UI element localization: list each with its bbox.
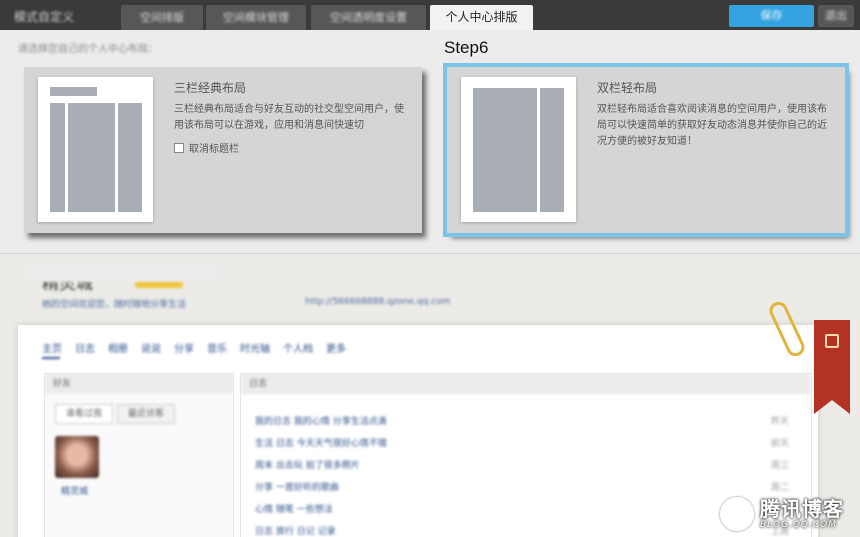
left-column-header: 好友 <box>45 374 233 394</box>
watermark-cn: 腾讯博客 <box>760 497 844 521</box>
tab-transparency[interactable]: 空间透明度设置 <box>311 5 426 30</box>
left-tab[interactable]: 谁看过我 <box>55 404 113 424</box>
two-column-thumbnail <box>461 77 576 222</box>
save-button[interactable]: 保存 <box>729 5 814 27</box>
watermark: 腾讯博客 BLOG.QQ.COM <box>720 497 844 531</box>
list-item[interactable]: 日志 旅行 日记 记录 <box>255 524 336 537</box>
list-item-date: 前天 <box>770 439 789 449</box>
tab-module-manage[interactable]: 空间模块管理 <box>206 5 306 30</box>
top-bar: 模式自定义 空间排版 空间模块管理 空间透明度设置 个人中心排版 保存 退出 <box>0 0 860 30</box>
checkbox-label: 取消标题栏 <box>189 144 239 155</box>
bookmark-ribbon[interactable] <box>814 320 850 414</box>
layout-hint: 请选择您自己的个人中心布局： <box>18 44 158 55</box>
step-label: Step6 <box>444 38 489 57</box>
left-column-header-2 <box>26 262 216 282</box>
nav-item[interactable]: 说说 <box>141 340 161 355</box>
tab-space-layout[interactable]: 空间排版 <box>121 5 203 30</box>
layout-title: 三栏经典布局 <box>174 81 247 95</box>
nav-item[interactable]: 更多 <box>326 340 346 355</box>
nav-item[interactable]: 个人档 <box>283 340 313 355</box>
nav-item[interactable]: 主页 <box>42 340 62 355</box>
bookmark-icon <box>825 334 839 348</box>
left-tab[interactable]: 最近访客 <box>117 404 175 424</box>
layout-card-two-column[interactable]: 双栏轻布局 双栏轻布局适合喜欢阅读消息的空间用户，使用该布局可以快速简单的获取好… <box>443 63 849 237</box>
layout-description: 三栏经典布局适合与好友互动的社交型空间用户，使用该布局可以在游戏，应用和消息间快… <box>174 104 404 131</box>
layout-panel: 请选择您自己的个人中心布局： Step6 三栏经典布局 三栏经典布局适合与好友互… <box>0 30 860 254</box>
tab-personal-center-layout[interactable]: 个人中心排版 <box>430 5 533 30</box>
page-preview: 精灵城 她的空间欢迎您，随时随地分享生活 http://566668888.qz… <box>0 255 860 537</box>
watermark-en: BLOG.QQ.COM <box>760 520 837 530</box>
thumb-header-block <box>50 87 97 96</box>
thumb-middle-column <box>68 103 115 212</box>
preview-nav: 主页 日志 相册 说说 分享 音乐 时光轴 个人档 更多 <box>42 340 346 355</box>
nav-item[interactable]: 日志 <box>75 340 95 355</box>
avatar[interactable] <box>55 436 99 478</box>
list-item[interactable]: 心情 随笔 一些想法 <box>255 502 333 515</box>
thumb-main-column <box>473 88 537 212</box>
list-item-date: 周二 <box>770 483 789 493</box>
layout-description: 双栏轻布局适合喜欢阅读消息的空间用户，使用该布局可以快速简单的获取好友动态消息并… <box>597 104 827 147</box>
left-tabs: 谁看过我 最近访客 <box>55 404 175 424</box>
three-column-thumbnail <box>38 77 153 222</box>
hide-title-bar-checkbox[interactable] <box>174 142 184 153</box>
list-item-date: 周三 <box>770 461 789 471</box>
tencent-blog-logo-icon <box>720 497 754 531</box>
layout-card-three-column[interactable]: 三栏经典布局 三栏经典布局适合与好友互动的社交型空间用户，使用该布局可以在游戏，… <box>24 67 422 233</box>
nav-item[interactable]: 时光轴 <box>240 340 270 355</box>
site-subtitle: 她的空间欢迎您，随时随地分享生活 <box>42 300 187 310</box>
list-item[interactable]: 生活 日志 今天天气很好心情不错 <box>255 436 387 449</box>
list-item[interactable]: 周末 出去玩 拍了很多照片 <box>255 458 360 471</box>
nav-active-underline <box>42 357 60 359</box>
preview-content: 主页 日志 相册 说说 分享 音乐 时光轴 个人档 更多 好友 谁看过我 最近访… <box>18 325 818 537</box>
list-item[interactable]: 分享 一首好听的歌曲 <box>255 480 339 493</box>
app-title: 模式自定义 <box>14 10 75 24</box>
site-url: http://566668888.qzone.qq.com <box>305 297 451 307</box>
nav-item[interactable]: 分享 <box>174 340 194 355</box>
nav-item[interactable]: 音乐 <box>207 340 227 355</box>
right-column-header: 日志 <box>241 374 811 394</box>
list-item-date: 昨天 <box>770 417 789 427</box>
nav-item[interactable]: 相册 <box>108 340 128 355</box>
exit-button[interactable]: 退出 <box>818 5 854 27</box>
avatar-name[interactable]: 精灵城 <box>61 484 88 497</box>
hide-title-bar-option[interactable]: 取消标题栏 <box>174 140 239 155</box>
thumb-side-column <box>540 88 564 212</box>
thumb-right-column <box>118 103 142 212</box>
thumb-left-column <box>50 103 65 212</box>
layout-title: 双栏轻布局 <box>597 81 658 95</box>
list-item[interactable]: 我的日志 我的心情 分享生活点滴 <box>255 414 387 427</box>
preview-left-column: 好友 谁看过我 最近访客 精灵城 <box>44 373 234 537</box>
